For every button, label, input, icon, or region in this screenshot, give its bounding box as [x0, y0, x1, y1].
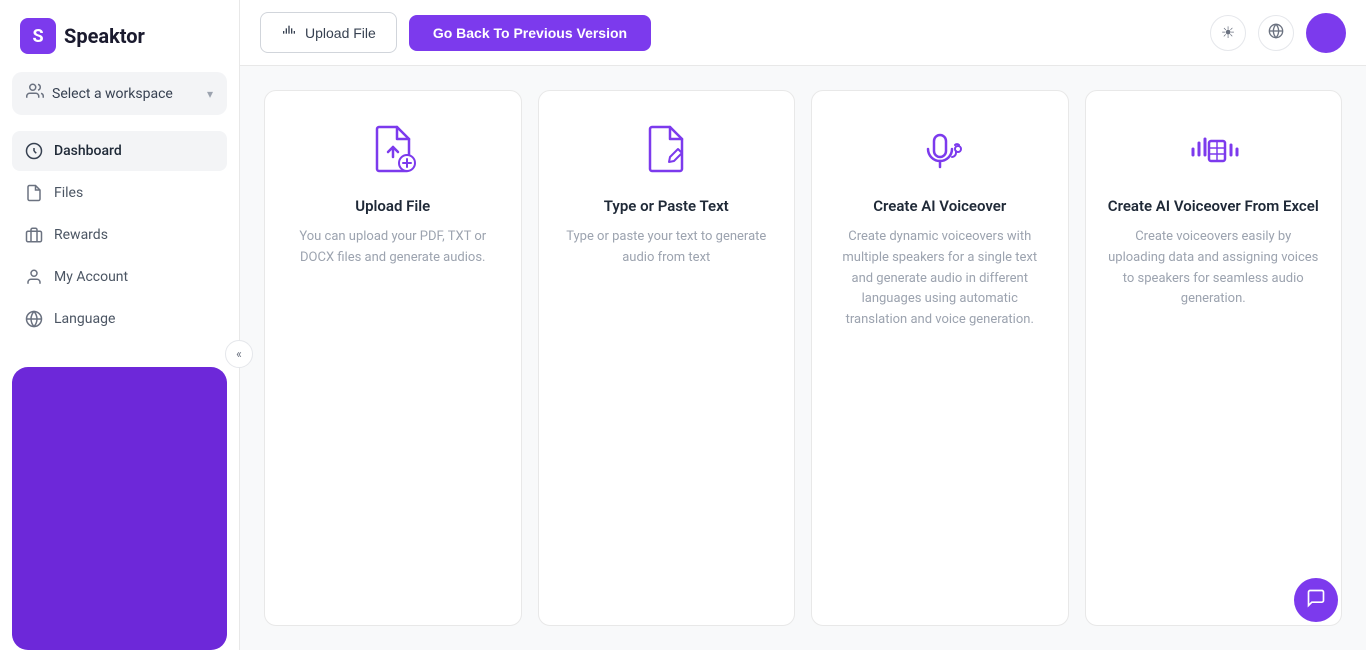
card-type-paste-title: Type or Paste Text [604, 197, 729, 215]
card-type-paste-desc: Type or paste your text to generate audi… [559, 227, 775, 269]
sidebar-item-account[interactable]: My Account [12, 257, 227, 297]
nav-items: Dashboard Files Rewards [0, 123, 239, 347]
language-icon [24, 309, 44, 329]
translate-icon [1268, 23, 1284, 43]
workspace-icon [26, 82, 44, 105]
theme-toggle-button[interactable]: ☀ [1210, 15, 1246, 51]
card-ai-voiceover-excel[interactable]: Create AI Voiceover From Excel Create vo… [1085, 90, 1343, 626]
chat-bubble-button[interactable] [1294, 578, 1338, 622]
dashboard-label: Dashboard [54, 143, 122, 159]
workspace-selector[interactable]: Select a workspace ▾ [12, 72, 227, 115]
card-ai-voiceover-desc: Create dynamic voiceovers with multiple … [832, 227, 1048, 331]
dashboard-icon [24, 141, 44, 161]
translate-button[interactable] [1258, 15, 1294, 51]
card-ai-voiceover-title: Create AI Voiceover [873, 197, 1006, 215]
type-paste-card-icon [638, 121, 694, 177]
sidebar: S Speaktor Select a workspace ▾ [0, 0, 240, 650]
upload-file-card-icon [365, 121, 421, 177]
go-back-button[interactable]: Go Back To Previous Version [409, 15, 651, 51]
files-icon [24, 183, 44, 203]
main-content: Upload File Go Back To Previous Version … [240, 0, 1366, 650]
sun-icon: ☀ [1221, 23, 1235, 42]
app-name: Speaktor [64, 24, 145, 48]
language-label: Language [54, 311, 115, 327]
workspace-chevron: ▾ [207, 87, 213, 101]
card-upload-file-title: Upload File [355, 197, 430, 215]
logo-icon: S [20, 18, 56, 54]
upload-waveform-icon [281, 23, 297, 42]
ai-voiceover-excel-card-icon [1185, 121, 1241, 177]
card-ai-voiceover-excel-title: Create AI Voiceover From Excel [1108, 197, 1319, 215]
upload-file-label: Upload File [305, 25, 376, 41]
account-label: My Account [54, 269, 128, 285]
topbar-right: ☀ [1210, 13, 1346, 53]
logo-area: S Speaktor [0, 0, 239, 72]
sidebar-item-language[interactable]: Language [12, 299, 227, 339]
account-icon [24, 267, 44, 287]
ai-voiceover-card-icon [912, 121, 968, 177]
card-upload-file[interactable]: Upload File You can upload your PDF, TXT… [264, 90, 522, 626]
user-avatar-button[interactable] [1306, 13, 1346, 53]
rewards-label: Rewards [54, 227, 108, 243]
collapse-sidebar-button[interactable]: « [225, 340, 253, 368]
sidebar-item-files[interactable]: Files [12, 173, 227, 213]
card-ai-voiceover[interactable]: Create AI Voiceover Create dynamic voice… [811, 90, 1069, 626]
cards-area: Upload File You can upload your PDF, TXT… [240, 66, 1366, 650]
card-type-paste[interactable]: Type or Paste Text Type or paste your te… [538, 90, 796, 626]
card-upload-file-desc: You can upload your PDF, TXT or DOCX fil… [285, 227, 501, 269]
topbar: Upload File Go Back To Previous Version … [240, 0, 1366, 66]
card-ai-voiceover-excel-desc: Create voiceovers easily by uploading da… [1106, 227, 1322, 310]
promo-block [12, 367, 227, 650]
sidebar-item-rewards[interactable]: Rewards [12, 215, 227, 255]
upload-file-button[interactable]: Upload File [260, 12, 397, 53]
rewards-icon [24, 225, 44, 245]
workspace-label: Select a workspace [52, 86, 199, 102]
chat-icon [1306, 588, 1326, 613]
sidebar-item-dashboard[interactable]: Dashboard [12, 131, 227, 171]
files-label: Files [54, 185, 83, 201]
